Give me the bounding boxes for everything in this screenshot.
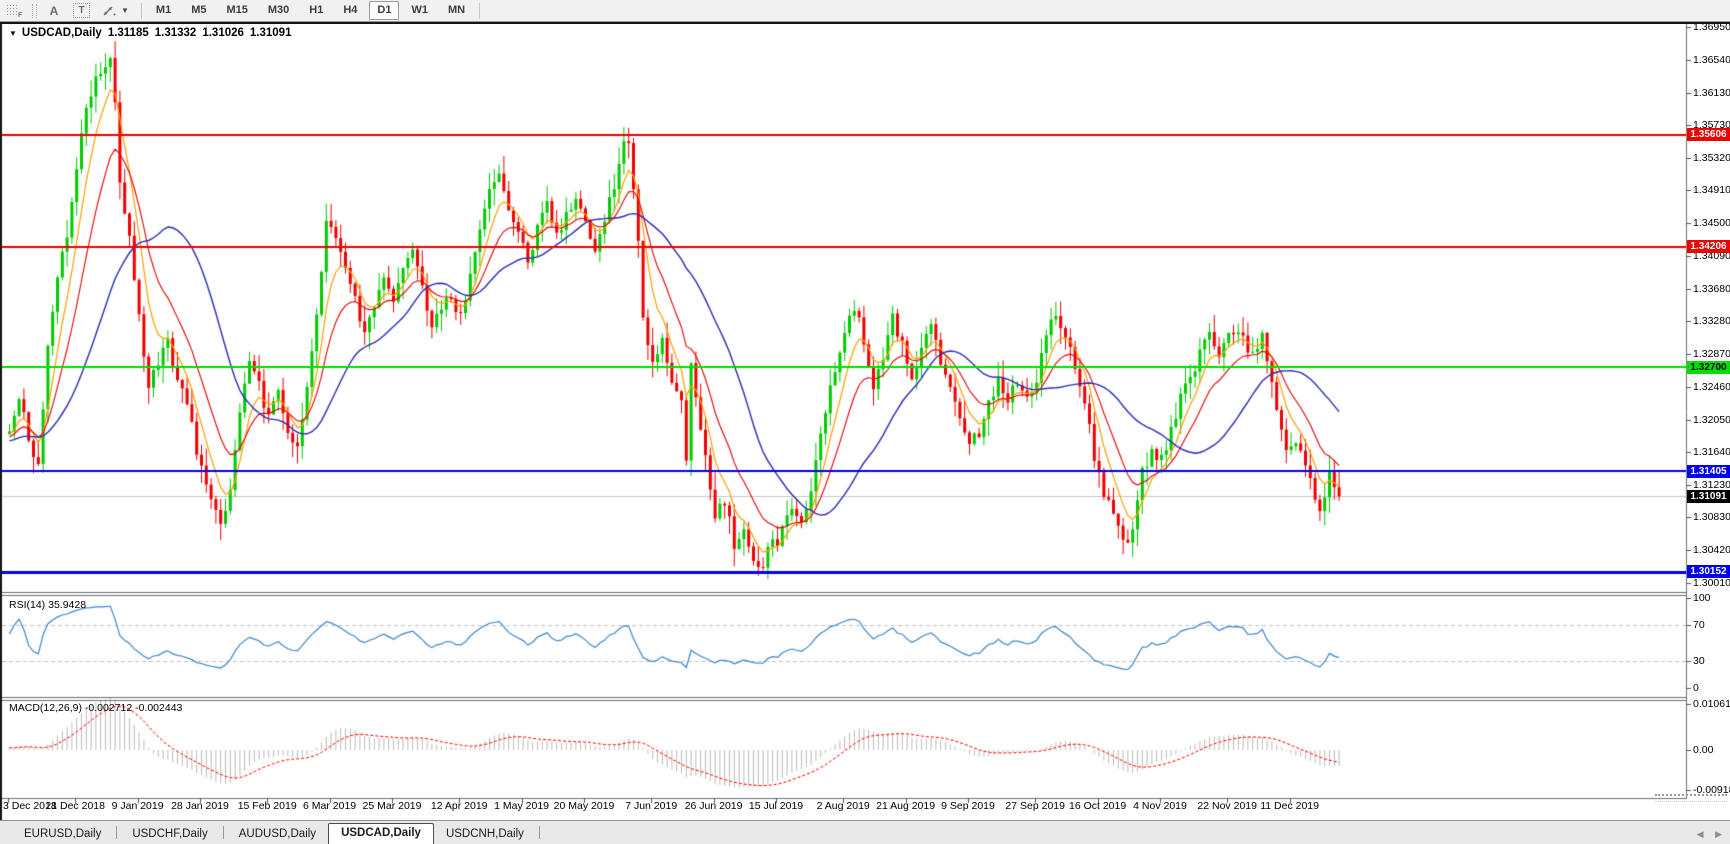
tab-divider xyxy=(539,826,540,839)
timeframe-button-d1[interactable]: D1 xyxy=(369,1,399,20)
grid-f-icon[interactable]: F xyxy=(4,2,26,20)
tab-divider xyxy=(223,826,224,839)
chevron-down-icon[interactable]: ▼ xyxy=(121,6,129,15)
svg-text:F: F xyxy=(18,12,23,18)
chart-tab-usdcad[interactable]: USDCAD,Daily xyxy=(328,823,434,844)
tab-scroll-right-icon[interactable]: ▶ xyxy=(1715,829,1722,839)
timeframe-button-h4[interactable]: H4 xyxy=(335,1,365,20)
cursor-arrows-glyph xyxy=(101,4,117,18)
timeframe-button-m30[interactable]: M30 xyxy=(260,1,297,20)
mt4-window: F A T ▼ M1M5M15 M30H1H4D1W1MN ▼ USDCAD,Da… xyxy=(0,0,1730,844)
cursor-arrows-icon[interactable] xyxy=(98,2,120,20)
toolbar: F A T ▼ M1M5M15 M30H1H4D1W1MN xyxy=(0,0,1730,22)
toolbar-grip xyxy=(32,4,37,18)
timeframe-toolbar: M1M5M15 M30H1H4D1W1MN xyxy=(148,1,473,20)
chart-canvas[interactable] xyxy=(0,24,1730,820)
chart-tab-usdcnh[interactable]: USDCNH,Daily xyxy=(434,825,536,844)
grid-f-glyph: F xyxy=(6,3,24,18)
chart-window-border xyxy=(0,22,1730,24)
chart-tab-eurusd[interactable]: EURUSD,Daily xyxy=(12,825,113,844)
chart-tab-bar: EURUSD,DailyUSDCHF,DailyAUDUSD,DailyUSDC… xyxy=(0,820,1730,844)
tab-scroll-controls: ◀ ▶ xyxy=(1688,829,1722,840)
timeframe-button-mn[interactable]: MN xyxy=(440,1,473,20)
timeframe-button-m5[interactable]: M5 xyxy=(183,1,214,20)
timeframe-button-m15[interactable]: M15 xyxy=(218,1,255,20)
tab-scroll-left-icon[interactable]: ◀ xyxy=(1697,829,1704,839)
timeframe-button-h1[interactable]: H1 xyxy=(301,1,331,20)
timeframe-button-w1[interactable]: W1 xyxy=(403,1,436,20)
toolbar-separator xyxy=(141,3,142,19)
toolbar-separator xyxy=(479,3,480,19)
chart-tab-usdchf[interactable]: USDCHF,Daily xyxy=(120,825,219,844)
font-a-icon[interactable]: A xyxy=(43,2,65,20)
chart-tab-audusd[interactable]: AUDUSD,Daily xyxy=(227,825,328,844)
text-label-icon[interactable]: T xyxy=(73,3,90,18)
timeframe-button-m1[interactable]: M1 xyxy=(148,1,179,20)
tab-divider xyxy=(116,826,117,839)
